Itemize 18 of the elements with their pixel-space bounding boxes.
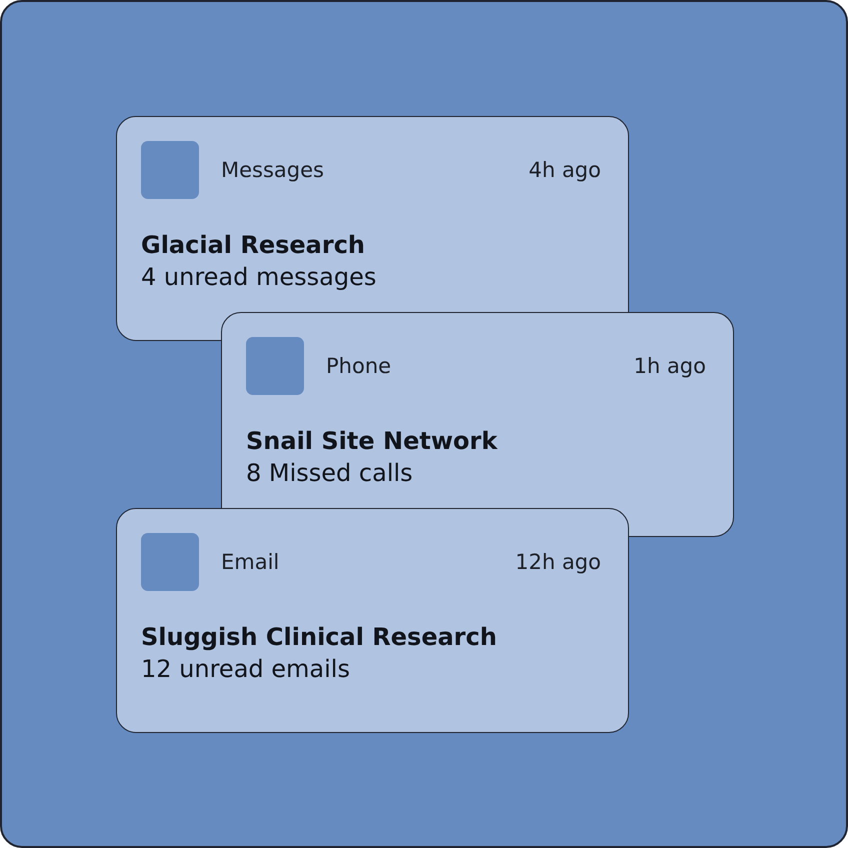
notification-title: Sluggish Clinical Research [141,623,498,651]
notification-title: Glacial Research [141,231,366,259]
notification-card[interactable]: Email 12h ago Sluggish Clinical Research 12 unread emails [116,508,629,733]
app-icon [246,337,304,395]
notification-text: 12 unread emails [141,655,351,683]
timestamp: 1h ago [634,354,706,378]
notification-card[interactable]: Phone 1h ago Snail Site Network 8 Missed calls [221,312,734,537]
timestamp: 4h ago [528,158,601,182]
app-name: Email [221,550,280,574]
app-name: Messages [221,158,325,182]
notification-title: Snail Site Network [246,427,499,455]
app-name: Phone [326,354,392,378]
app-icon [141,533,199,591]
timestamp: 12h ago [515,550,601,574]
app-icon [141,141,199,199]
notification-text: 4 unread messages [141,263,378,291]
notification-card[interactable]: Messages 4h ago Glacial Research 4 unread messages [116,116,629,341]
notification-text: 8 Missed calls [246,459,414,487]
